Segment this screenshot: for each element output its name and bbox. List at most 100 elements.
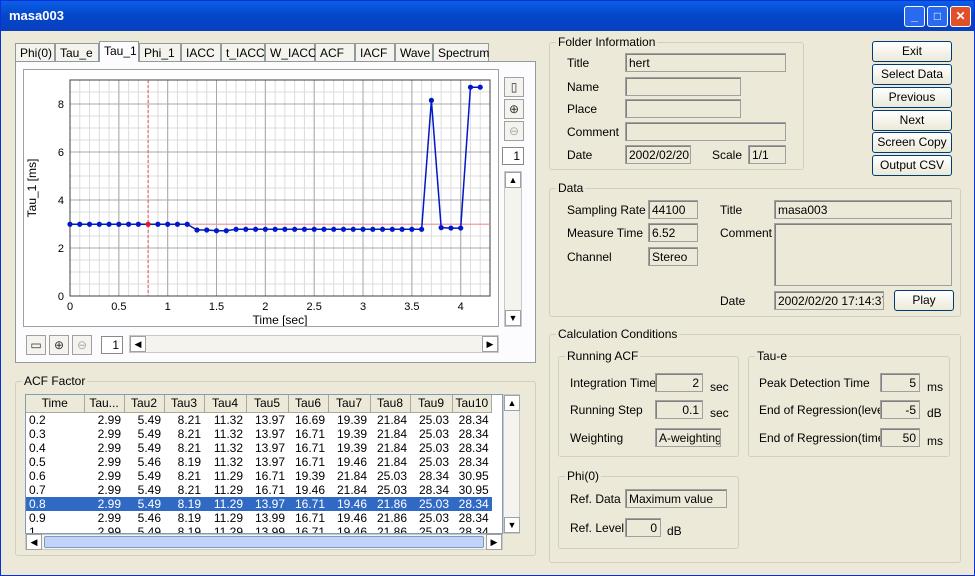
- tab-tau-1[interactable]: Tau_1: [99, 41, 139, 62]
- zoom-in-vertical-icon[interactable]: ⊕: [504, 99, 524, 119]
- column-header[interactable]: Time: [26, 395, 85, 413]
- previous-button[interactable]: Previous: [872, 87, 952, 108]
- tab-phi-1[interactable]: Phi_1: [139, 43, 181, 61]
- table-row[interactable]: 0.6 2.99 5.49 8.21 11.29 16.71 19.39 21.84 25.03…: [26, 469, 492, 483]
- folder-date-field[interactable]: 2002/02/20: [625, 145, 691, 164]
- close-button[interactable]: ✕: [950, 6, 971, 27]
- vertical-scrollbar[interactable]: ▲ ▼: [504, 171, 522, 327]
- zoom-out-horizontal-icon[interactable]: ⊖: [72, 335, 92, 355]
- tab-spectrum[interactable]: Spectrum: [433, 43, 489, 61]
- horizontal-scrollbar[interactable]: ◀ ▶: [129, 335, 499, 353]
- tab-iacf[interactable]: IACF: [355, 43, 395, 61]
- column-header[interactable]: Tau3: [164, 395, 205, 413]
- table-horizontal-scrollbar[interactable]: ◀ ▶: [25, 534, 503, 550]
- table-scroll-down-icon[interactable]: ▼: [504, 517, 520, 533]
- column-header[interactable]: Tau10: [452, 395, 493, 413]
- table-cell: 16.71: [294, 524, 325, 534]
- scroll-left-icon[interactable]: ◀: [130, 336, 146, 352]
- peak-detection-field[interactable]: 5: [880, 373, 920, 392]
- tab-phi-0-[interactable]: Phi(0): [15, 43, 55, 61]
- column-header[interactable]: Tau2: [124, 395, 165, 413]
- title-bar[interactable]: masa003 _ □ ✕: [1, 1, 974, 31]
- channel-field[interactable]: Stereo: [648, 247, 698, 266]
- column-header[interactable]: Tau...: [84, 395, 125, 413]
- maximize-button[interactable]: □: [927, 6, 948, 27]
- zoom-out-vertical-icon[interactable]: ⊖: [504, 121, 524, 141]
- exit-button[interactable]: Exit: [872, 41, 952, 62]
- table-row[interactable]: 0.8 2.99 5.49 8.19 11.29 13.97 16.71 19.46 21.86…: [26, 496, 492, 511]
- ref-data-field[interactable]: Maximum value: [625, 489, 727, 508]
- fit-horizontal-icon[interactable]: ▭: [26, 335, 46, 355]
- data-point: [126, 221, 132, 227]
- column-header[interactable]: Tau7: [328, 395, 371, 413]
- output-csv-button[interactable]: Output CSV: [872, 155, 952, 176]
- ref-level-field[interactable]: 0: [625, 518, 661, 537]
- end-regression-level-field[interactable]: -5: [880, 400, 920, 419]
- data-point: [194, 227, 200, 233]
- table-vertical-scrollbar[interactable]: ▲ ▼: [503, 394, 520, 534]
- data-title-field[interactable]: masa003: [774, 200, 952, 219]
- table-row[interactable]: 0.7 2.99 5.49 8.21 11.29 16.71 19.46 21.84 25.03…: [26, 483, 492, 497]
- minimize-button[interactable]: _: [904, 6, 925, 27]
- end-regression-time-field[interactable]: 50: [880, 428, 920, 447]
- play-button[interactable]: Play: [894, 290, 954, 311]
- table-scroll-thumb[interactable]: [44, 536, 484, 548]
- column-header[interactable]: Tau8: [370, 395, 411, 413]
- tau-e-legend: Tau-e: [757, 349, 788, 363]
- column-header[interactable]: Tau5: [246, 395, 289, 413]
- table-row[interactable]: 0.4 2.99 5.49 8.21 11.32 13.97 16.71 19.39 21.84…: [26, 441, 492, 455]
- measure-time-label: Measure Time: [567, 226, 644, 240]
- table-cell: 21.84: [376, 440, 407, 455]
- table-cell: 8.19: [177, 510, 201, 525]
- tab-t-iacc[interactable]: t_IACC: [221, 43, 265, 61]
- data-point: [96, 221, 102, 227]
- screen-copy-button[interactable]: Screen Copy: [872, 132, 952, 153]
- column-header[interactable]: Tau4: [204, 395, 247, 413]
- table-cell: 11.29: [204, 496, 246, 511]
- table-cell: 13.99: [254, 524, 285, 534]
- horizontal-page-box[interactable]: 1: [101, 336, 123, 354]
- tab-tau-e[interactable]: Tau_e: [55, 43, 99, 61]
- scroll-right-icon[interactable]: ▶: [482, 336, 498, 352]
- folder-place-field[interactable]: [625, 99, 741, 118]
- data-date-field[interactable]: 2002/02/20 17:14:37: [774, 291, 884, 310]
- table-row[interactable]: 1 2.99 5.49 8.19 11.29 13.99 16.71 19.46 21.86 25…: [26, 524, 492, 534]
- table-row[interactable]: 0.2 2.99 5.49 8.21 11.32 13.97 16.69 19.39 21.84…: [26, 412, 492, 427]
- table-cell: 28.34: [458, 510, 489, 525]
- scroll-up-icon[interactable]: ▲: [505, 172, 521, 188]
- folder-comment-field[interactable]: [625, 122, 786, 141]
- table-scroll-left-icon[interactable]: ◀: [26, 534, 42, 550]
- tab-acf[interactable]: ACF: [315, 43, 355, 61]
- running-step-field[interactable]: 0.1: [655, 400, 703, 419]
- tab-w-iacc[interactable]: W_IACC: [265, 43, 317, 61]
- zoom-in-horizontal-icon[interactable]: ⊕: [49, 335, 69, 355]
- column-header[interactable]: Tau6: [288, 395, 329, 413]
- fit-vertical-icon[interactable]: ▯: [504, 77, 524, 97]
- table-scroll-up-icon[interactable]: ▲: [504, 395, 520, 411]
- table-cell: 11.32: [213, 426, 243, 441]
- scroll-down-icon[interactable]: ▼: [505, 310, 521, 326]
- folder-name-field[interactable]: [625, 77, 741, 96]
- folder-scale-field[interactable]: 1/1: [748, 145, 786, 164]
- table-row[interactable]: 0.3 2.99 5.49 8.21 11.32 13.97 16.71 19.39 21.84…: [26, 427, 492, 441]
- acf-factor-table[interactable]: Time Tau... Tau2 Tau3 Tau4 Tau5 Tau6 Tau7 Tau8 Ta…: [25, 394, 503, 534]
- select-data-button[interactable]: Select Data: [872, 64, 952, 85]
- table-row[interactable]: 0.5 2.99 5.46 8.19 11.32 13.97 16.71 19.46 21.84…: [26, 455, 492, 469]
- column-header[interactable]: Tau9: [410, 395, 453, 413]
- next-button[interactable]: Next: [872, 110, 952, 131]
- integration-time-field[interactable]: 2: [655, 373, 703, 392]
- table-row[interactable]: 0.9 2.99 5.46 8.19 11.29 13.99 16.71 19.46 21.86…: [26, 511, 492, 525]
- sampling-rate-field[interactable]: 44100: [648, 200, 698, 219]
- tab-iacc[interactable]: IACC: [181, 43, 221, 61]
- weighting-field[interactable]: A-weighting: [655, 428, 721, 447]
- vertical-page-box[interactable]: 1: [502, 147, 524, 165]
- channel-label: Channel: [567, 250, 612, 264]
- data-comment-field[interactable]: [774, 223, 952, 286]
- table-scroll-right-icon[interactable]: ▶: [486, 534, 502, 550]
- folder-title-label: Title: [567, 56, 590, 70]
- measure-time-field[interactable]: 6.52: [648, 223, 698, 242]
- folder-title-field[interactable]: hert: [625, 53, 786, 72]
- table-cell: 21.84: [376, 412, 407, 427]
- tab-wave[interactable]: Wave: [395, 43, 433, 61]
- table-cell: 1: [29, 524, 36, 534]
